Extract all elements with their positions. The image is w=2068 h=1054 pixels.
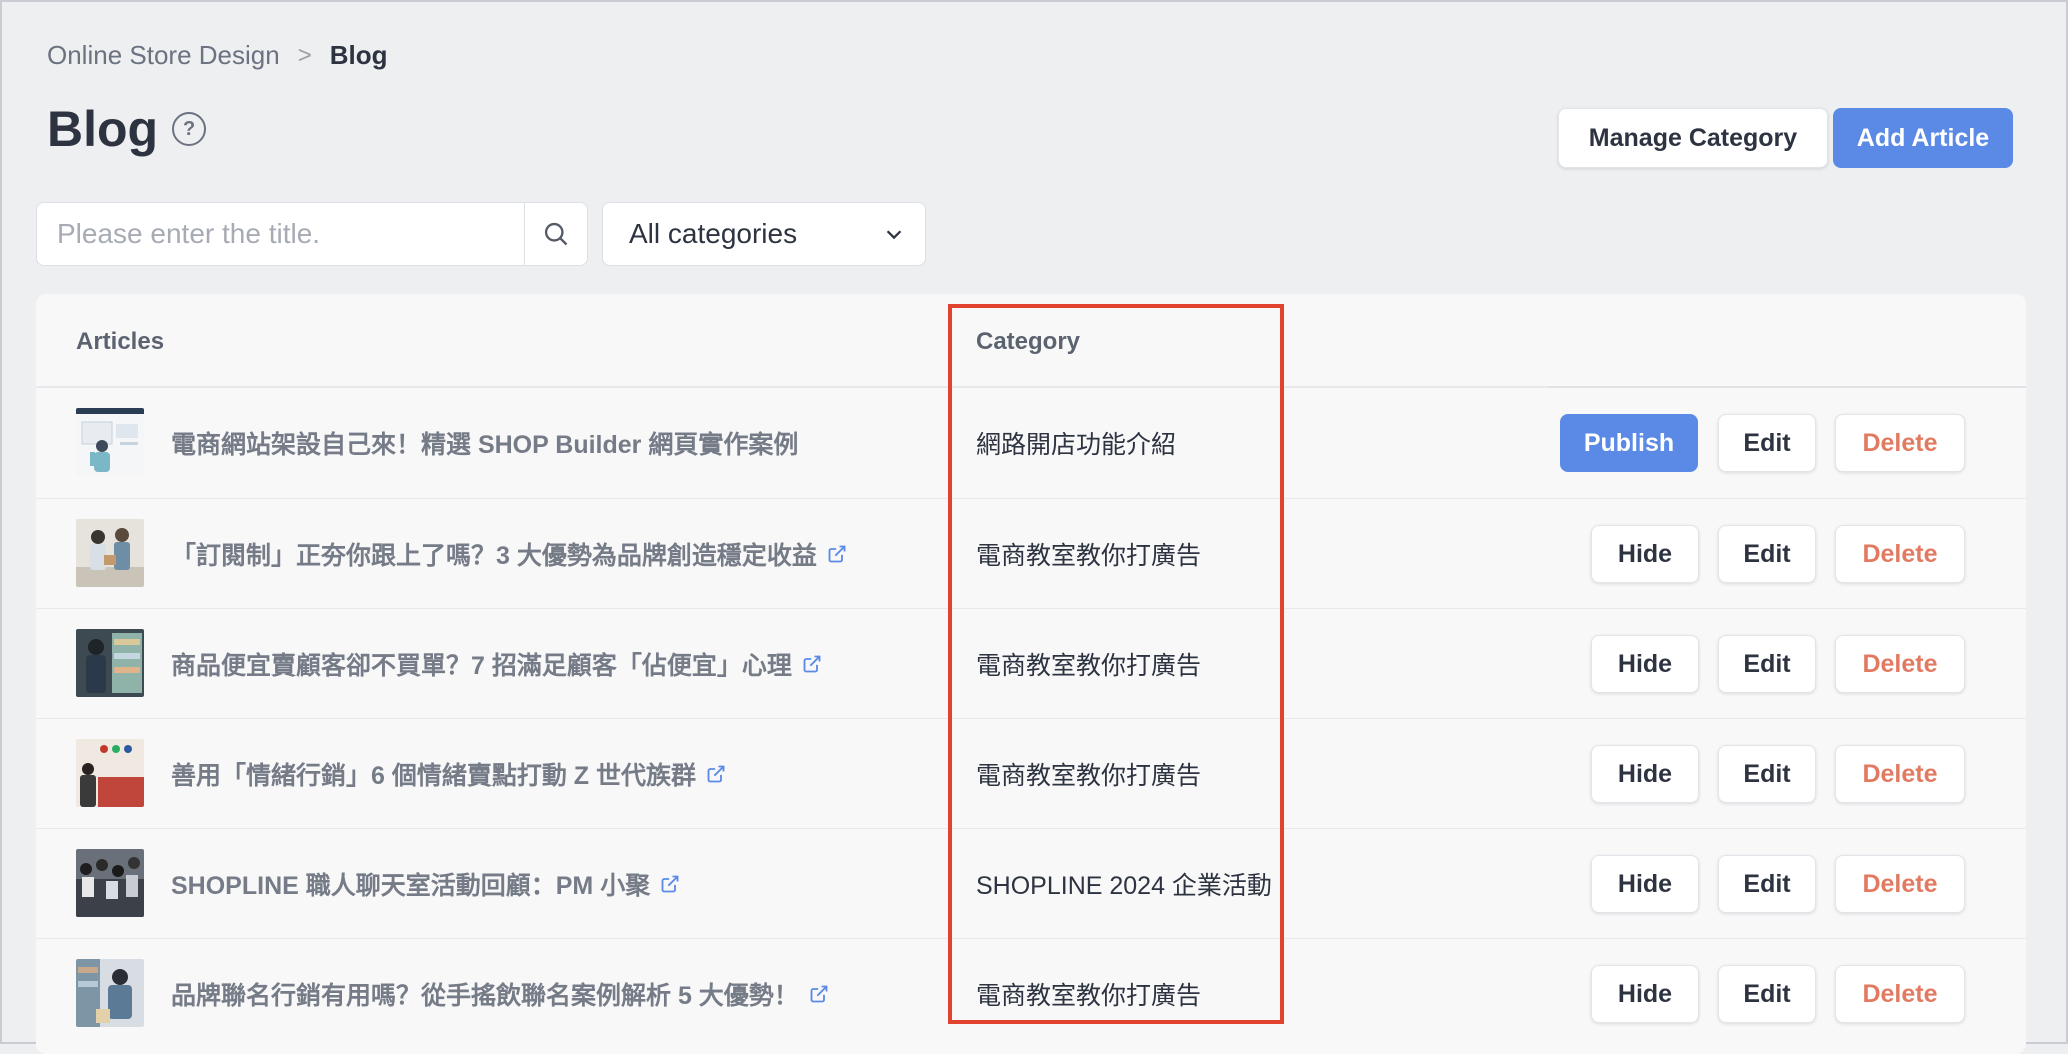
category-filter-select[interactable]: All categories	[602, 202, 926, 266]
breadcrumb-separator: >	[297, 41, 312, 69]
article-category: 電商教室教你打廣告	[976, 982, 1202, 1010]
search-icon	[544, 222, 568, 246]
article-title[interactable]: 「訂閱制」正夯你跟上了嗎？3 大優勢為品牌創造穩定收益	[171, 499, 847, 609]
article-thumbnail	[76, 408, 144, 476]
delete-button[interactable]: Delete	[1835, 855, 1965, 913]
search-button[interactable]	[524, 203, 587, 265]
page-title: Blog	[47, 101, 159, 157]
table-row: 善用「情緒行銷」6 個情緒賣點打動 Z 世代族群 電商教室教你打廣告 Hide …	[36, 718, 2026, 829]
article-category: 網路開店功能介紹	[976, 431, 1177, 459]
article-category: 電商教室教你打廣告	[976, 542, 1202, 570]
hide-button[interactable]: Hide	[1591, 635, 1699, 693]
external-link-icon[interactable]	[809, 984, 829, 1004]
external-link-icon[interactable]	[827, 544, 847, 564]
breadcrumb-parent[interactable]: Online Store Design	[47, 40, 280, 71]
delete-button[interactable]: Delete	[1835, 965, 1965, 1023]
edit-button[interactable]: Edit	[1718, 635, 1816, 693]
breadcrumb: Online Store Design > Blog	[47, 40, 387, 71]
external-link-icon[interactable]	[660, 874, 680, 894]
column-header-category: Category	[976, 328, 1081, 355]
hide-button[interactable]: Hide	[1591, 745, 1699, 803]
category-filter-value: All categories	[629, 218, 798, 249]
delete-button[interactable]: Delete	[1835, 414, 1965, 472]
article-thumbnail	[76, 739, 144, 807]
table-row: 電商網站架設自己來！精選 SHOP Builder 網頁實作案例 網路開店功能介…	[36, 388, 2026, 498]
manage-category-button[interactable]: Manage Category	[1558, 108, 1828, 168]
article-thumbnail	[76, 519, 144, 587]
table-row: SHOPLINE 職人聊天室活動回顧：PM 小聚 SHOPLINE 2024 企…	[36, 828, 2026, 939]
hide-button[interactable]: Hide	[1591, 855, 1699, 913]
article-thumbnail	[76, 629, 144, 697]
external-link-icon[interactable]	[706, 764, 726, 784]
edit-button[interactable]: Edit	[1718, 965, 1816, 1023]
page-header: Blog ?	[47, 100, 207, 158]
table-row: 商品便宜賣顧客卻不買單？7 招滿足顧客「佔便宜」心理 電商教室教你打廣告 Hid…	[36, 608, 2026, 719]
delete-button[interactable]: Delete	[1835, 635, 1965, 693]
edit-button[interactable]: Edit	[1718, 855, 1816, 913]
hide-button[interactable]: Hide	[1591, 525, 1699, 583]
article-title[interactable]: 商品便宜賣顧客卻不買單？7 招滿足顧客「佔便宜」心理	[171, 609, 822, 719]
article-title[interactable]: 善用「情緒行銷」6 個情緒賣點打動 Z 世代族群	[171, 719, 726, 829]
article-title[interactable]: 品牌聯名行銷有用嗎？從手搖飲聯名案例解析 5 大優勢！	[171, 939, 829, 1049]
table-header: Articles Category	[36, 294, 2026, 386]
articles-table: Articles Category 電商網站架設自己來！精選 SHOP Buil…	[36, 294, 2026, 1054]
external-link-icon[interactable]	[802, 654, 822, 674]
column-header-articles: Articles	[76, 328, 165, 355]
search-input[interactable]	[37, 203, 524, 265]
article-category: 電商教室教你打廣告	[976, 652, 1202, 680]
chevron-down-icon	[886, 230, 902, 240]
article-thumbnail	[76, 849, 144, 917]
delete-button[interactable]: Delete	[1835, 745, 1965, 803]
article-thumbnail	[76, 959, 144, 1027]
article-title[interactable]: 電商網站架設自己來！精選 SHOP Builder 網頁實作案例	[171, 388, 798, 498]
breadcrumb-current: Blog	[329, 40, 388, 70]
search-box	[36, 202, 588, 266]
add-article-button[interactable]: Add Article	[1833, 108, 2013, 168]
delete-button[interactable]: Delete	[1835, 525, 1965, 583]
article-category: 電商教室教你打廣告	[976, 762, 1202, 790]
table-row: 品牌聯名行銷有用嗎？從手搖飲聯名案例解析 5 大優勢！ 電商教室教你打廣告 Hi…	[36, 938, 2026, 1049]
article-category: SHOPLINE 2024 企業活動	[976, 872, 1272, 900]
help-circle-icon[interactable]: ?	[172, 112, 207, 146]
edit-button[interactable]: Edit	[1718, 525, 1816, 583]
edit-button[interactable]: Edit	[1718, 414, 1816, 472]
article-title[interactable]: SHOPLINE 職人聊天室活動回顧：PM 小聚	[171, 829, 680, 939]
table-row: 「訂閱制」正夯你跟上了嗎？3 大優勢為品牌創造穩定收益 電商教室教你打廣告 Hi…	[36, 498, 2026, 609]
edit-button[interactable]: Edit	[1718, 745, 1816, 803]
publish-button[interactable]: Publish	[1560, 414, 1698, 472]
hide-button[interactable]: Hide	[1591, 965, 1699, 1023]
